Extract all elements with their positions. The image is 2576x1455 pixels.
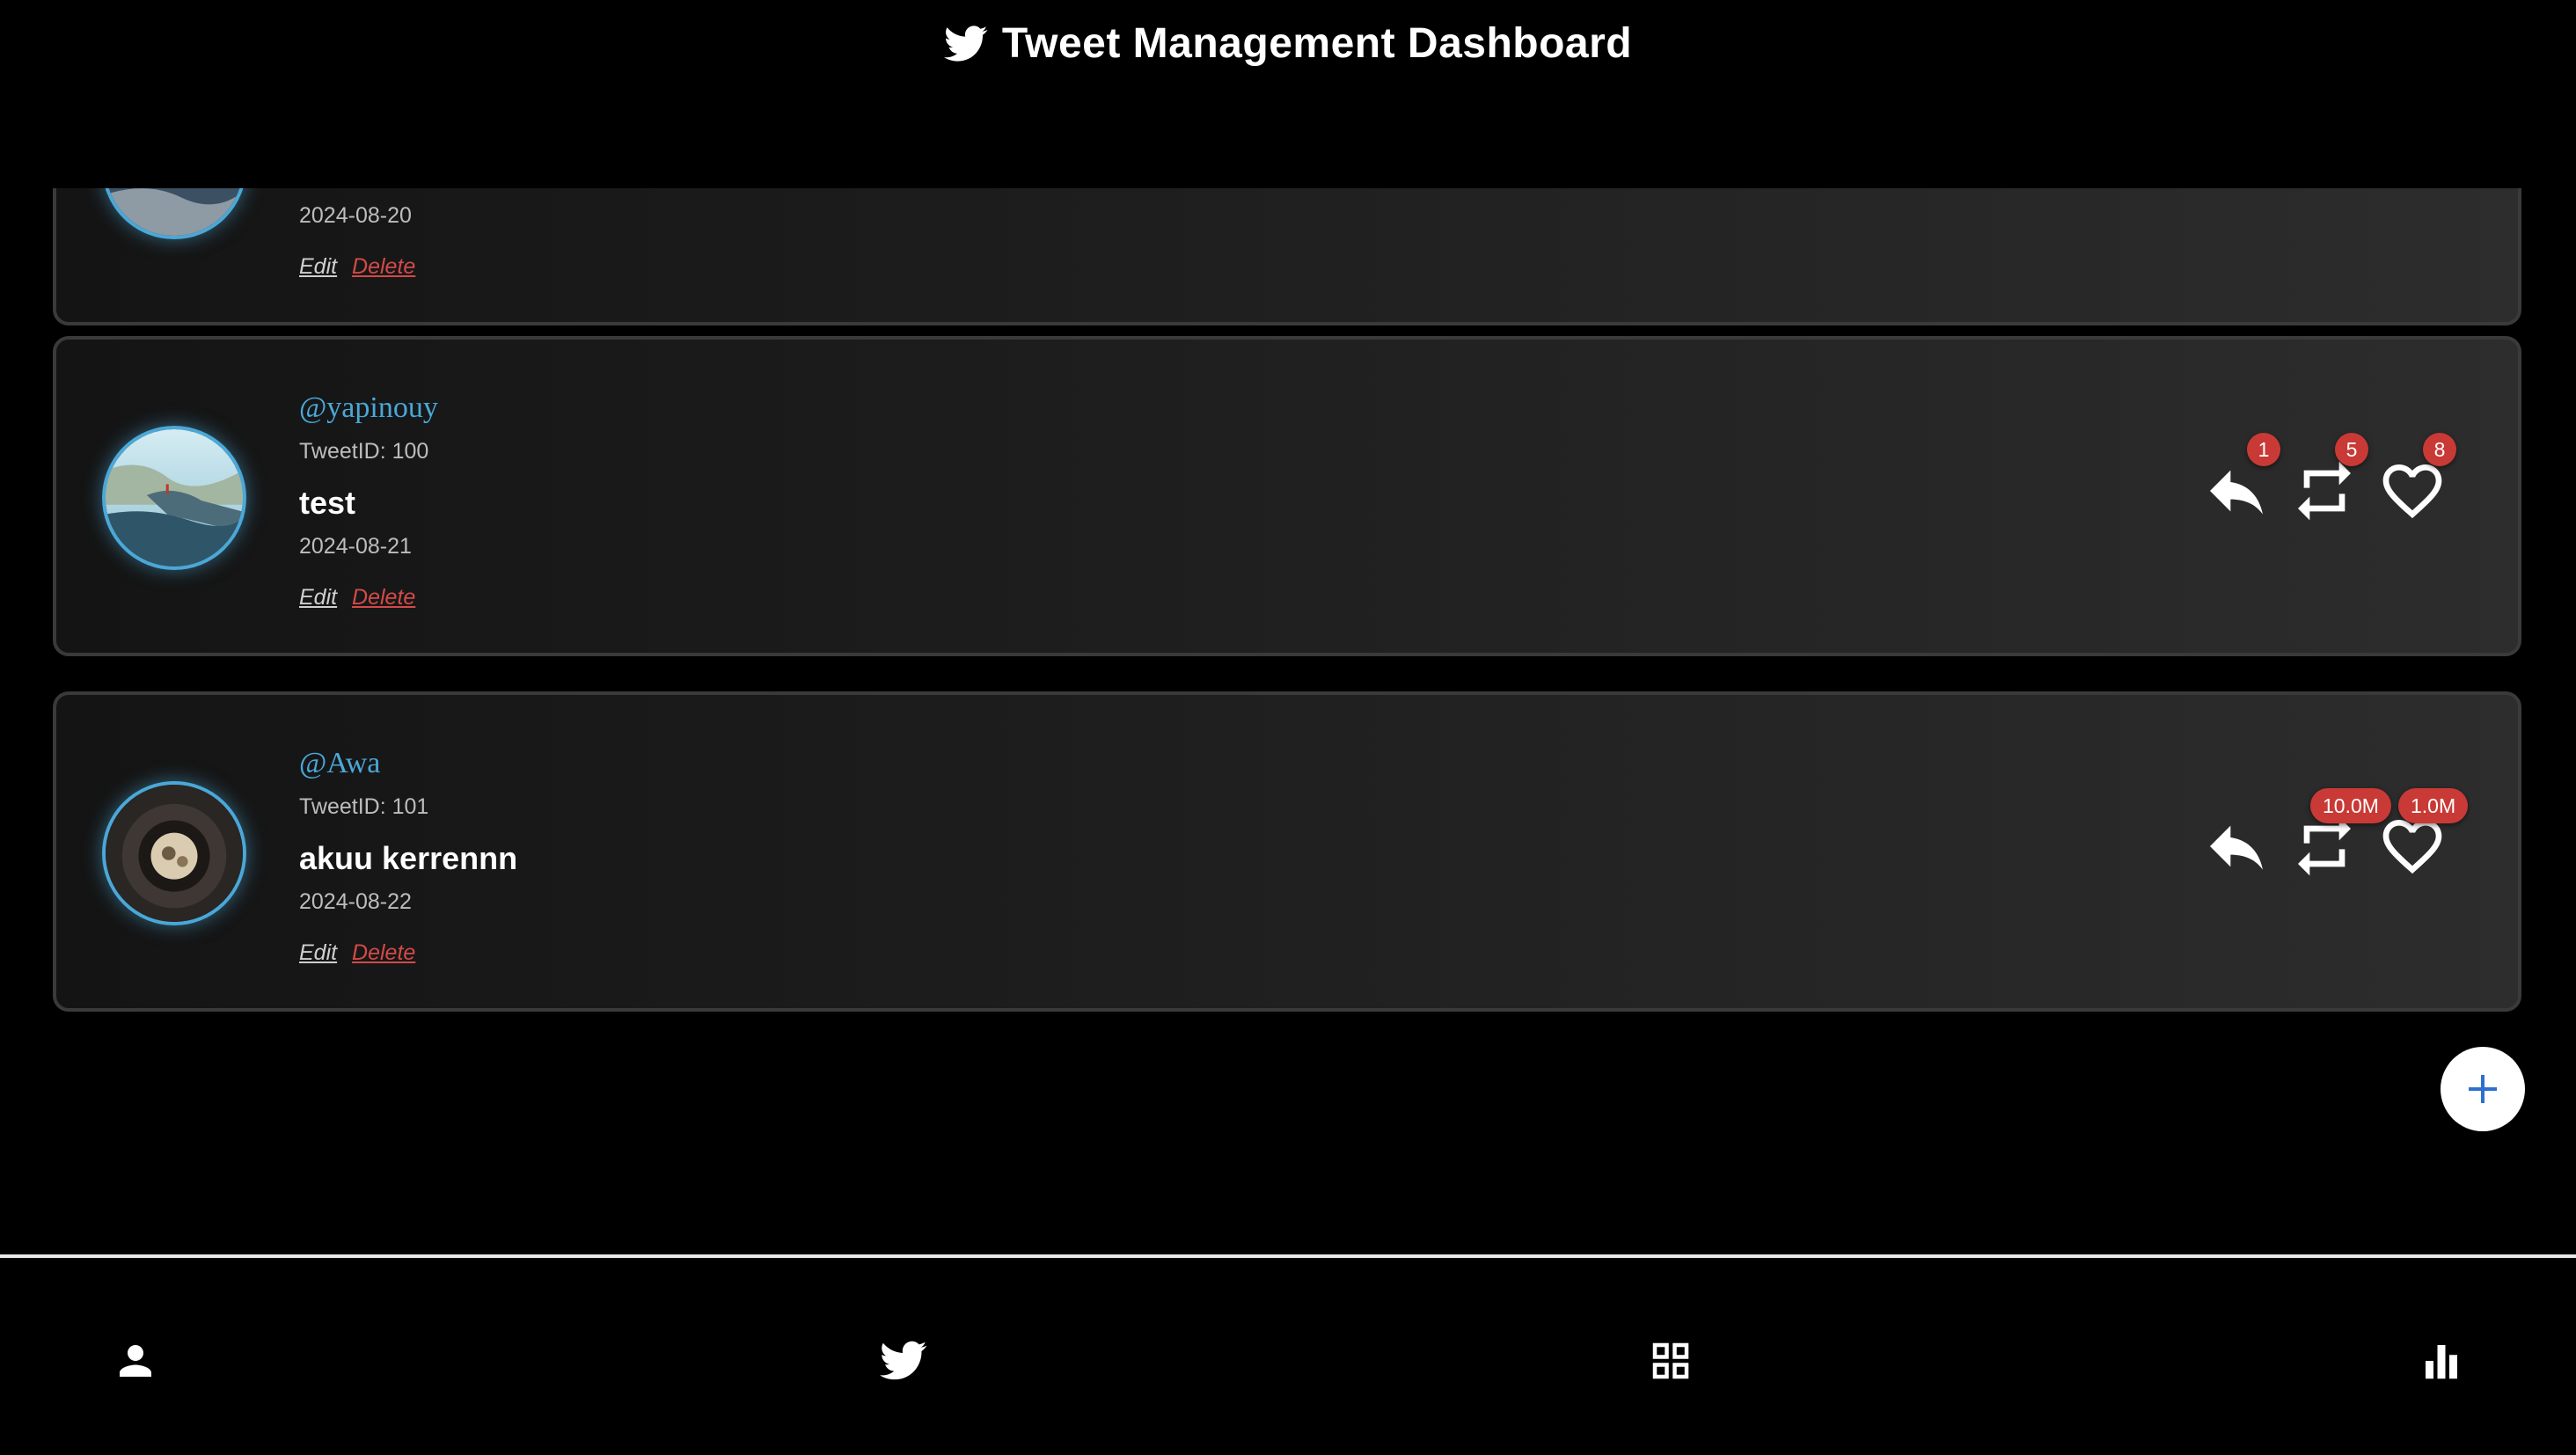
tweet-feed[interactable]: 2024-08-20 Edit Delete @yapinouy TweetID…: [0, 188, 2576, 1256]
tweet-card: 2024-08-20 Edit Delete: [53, 188, 2521, 325]
retweet-button[interactable]: 5: [2289, 433, 2368, 526]
edit-link[interactable]: Edit: [299, 585, 337, 610]
reply-icon: [2210, 825, 2263, 870]
tweet-info: @yapinouy TweetID: 100 test 2024-08-21 E…: [299, 389, 438, 611]
reply-button[interactable]: [2201, 811, 2272, 881]
tweet-links: Edit Delete: [299, 940, 517, 966]
like-count-badge: 8: [2423, 433, 2456, 466]
page-title: Tweet Management Dashboard: [0, 19, 2576, 68]
edit-link[interactable]: Edit: [299, 254, 337, 279]
tweet-username: @yapinouy: [299, 391, 438, 424]
nav-stats[interactable]: [2418, 1337, 2465, 1385]
bottom-nav: [0, 1254, 2576, 1455]
like-count-badge: 1.0M: [2398, 788, 2469, 823]
add-tweet-button[interactable]: [2441, 1047, 2525, 1131]
avatar: [102, 188, 246, 239]
grid-icon: [1652, 1342, 1689, 1379]
like-button[interactable]: 1.0M: [2377, 788, 2469, 881]
tweet-content: test: [299, 485, 356, 521]
delete-link[interactable]: Delete: [352, 254, 415, 279]
tweet-date: 2024-08-21: [299, 534, 412, 559]
plus-icon: [2469, 1075, 2497, 1103]
tweet-id: TweetID: 101: [299, 794, 429, 819]
tweet-actions: 10.0M 1.0M: [2201, 788, 2469, 881]
delete-link[interactable]: Delete: [352, 585, 415, 610]
tweet-info: 2024-08-20 Edit Delete: [299, 188, 415, 280]
header-title-text: Tweet Management Dashboard: [1001, 20, 1633, 67]
heart-icon: [2382, 464, 2442, 519]
tweet-links: Edit Delete: [299, 584, 438, 611]
tweet-card: @yapinouy TweetID: 100 test 2024-08-21 E…: [53, 336, 2521, 656]
delete-link[interactable]: Delete: [352, 940, 415, 965]
nav-profile[interactable]: [112, 1337, 159, 1385]
tweet-info: @Awa TweetID: 101 akuu kerrennn 2024-08-…: [299, 744, 517, 966]
tweet-actions: 1 5 8: [2201, 433, 2465, 526]
reply-count-badge: 1: [2247, 433, 2280, 466]
tweet-content: akuu kerrennn: [299, 840, 518, 876]
edit-link[interactable]: Edit: [299, 940, 337, 965]
avatar: [102, 426, 246, 570]
retweet-button[interactable]: 10.0M: [2289, 788, 2391, 881]
reply-icon: [2210, 470, 2263, 515]
reply-button[interactable]: 1: [2201, 433, 2280, 526]
tweet-id: TweetID: 100: [299, 439, 429, 464]
bar-chart-icon: [2426, 1345, 2457, 1379]
like-button[interactable]: 8: [2377, 433, 2456, 526]
tweet-content: [299, 188, 415, 192]
tweet-links: Edit Delete: [299, 253, 415, 280]
avatar: [102, 781, 246, 925]
tweet-card: @Awa TweetID: 101 akuu kerrennn 2024-08-…: [53, 691, 2521, 1012]
nav-tweets[interactable]: [880, 1337, 927, 1385]
app-header: Tweet Management Dashboard: [0, 0, 2576, 188]
nav-dashboard[interactable]: [1647, 1337, 1694, 1385]
retweet-count-badge: 5: [2335, 433, 2368, 466]
person-icon: [120, 1345, 151, 1377]
tweet-username: @Awa: [299, 747, 381, 779]
twitter-bird-icon: [943, 25, 988, 62]
twitter-bird-icon: [880, 1341, 927, 1380]
retweet-icon: [2298, 461, 2351, 521]
tweet-date: 2024-08-22: [299, 889, 412, 914]
tweet-date: 2024-08-20: [299, 203, 412, 228]
